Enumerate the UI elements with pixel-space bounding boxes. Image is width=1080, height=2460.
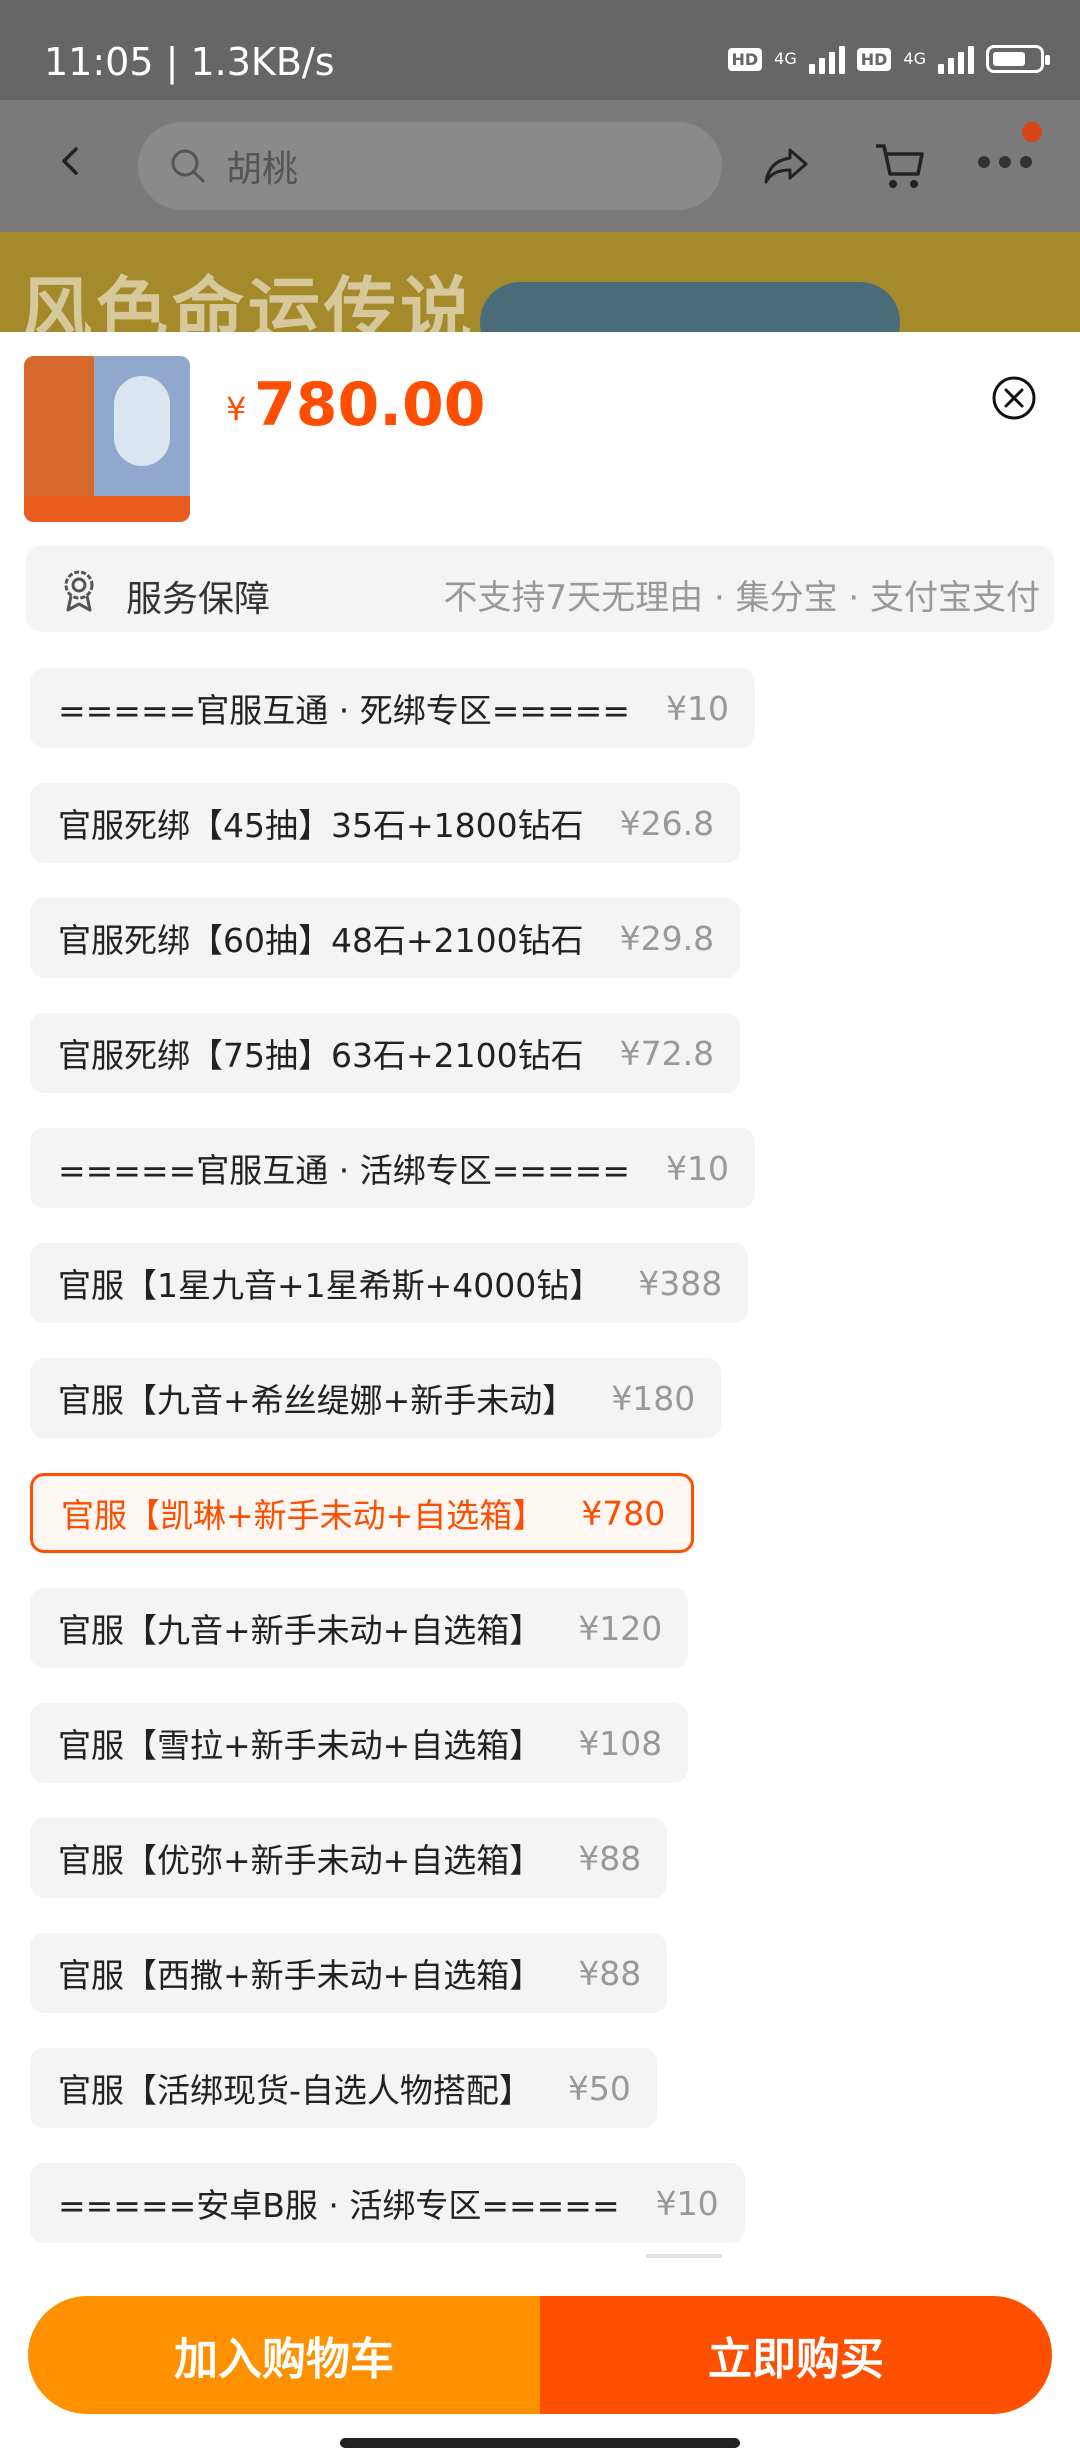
sku-option-label: 官服【优弥+新手未动+自选箱】 — [58, 1841, 543, 1880]
sku-option-label: 官服【活绑现货-自选人物搭配】 — [58, 2071, 532, 2110]
nav-bar: 胡桃 — [0, 100, 1080, 232]
sku-option[interactable]: 官服【西撒+新手未动+自选箱】 ¥88 — [30, 1933, 668, 2013]
sku-option[interactable]: 官服【1星九音+1星希斯+4000钻】 ¥388 — [30, 1243, 749, 1323]
search-icon — [171, 149, 205, 183]
sku-option[interactable]: 官服死绑【75抽】63石+2100钻石 ¥72.8 — [30, 1013, 741, 1093]
sku-option-price: ¥120 — [578, 1608, 663, 1648]
sku-option-price: ¥10 — [655, 2183, 719, 2223]
scroll-indicator[interactable] — [646, 2254, 722, 2258]
sku-option[interactable]: 官服【九音+希丝缇娜+新手未动】 ¥180 — [30, 1358, 722, 1438]
service-title: 服务保障 — [126, 579, 271, 620]
sku-option-label: 官服死绑【60抽】48石+2100钻石 — [58, 921, 584, 960]
network-label: 4G — [774, 49, 797, 68]
sku-option-label: 官服【凯琳+新手未动+自选箱】 — [61, 1496, 546, 1535]
service-description: 不支持7天无理由 · 集分宝 · 支付宝支付 — [443, 578, 1040, 618]
buy-now-button[interactable]: 立即购买 — [540, 2296, 1052, 2414]
sku-selector-sheet: ¥ 780.00 服务保障 不支持7天无理由 · 集分宝 · 支付宝支付 ===… — [0, 332, 1080, 2460]
close-icon[interactable] — [990, 374, 1038, 422]
sku-option-price: ¥388 — [638, 1263, 723, 1303]
sku-option-label: =====官服互通 · 活绑专区===== — [58, 1151, 630, 1190]
home-indicator[interactable] — [340, 2438, 740, 2448]
product-thumbnail[interactable] — [24, 356, 190, 522]
status-bar: 11:05 | 1.3KB/s HD 4G HD 4G — [0, 0, 1080, 100]
sku-option-selected[interactable]: 官服【凯琳+新手未动+自选箱】 ¥780 — [30, 1473, 695, 1553]
sku-option-label: 官服死绑【75抽】63石+2100钻石 — [58, 1036, 584, 1075]
sku-option-label: 官服【九音+新手未动+自选箱】 — [58, 1611, 543, 1650]
sku-option-label: 官服死绑【45抽】35石+1800钻石 — [58, 806, 584, 845]
sku-option-label: 官服【1星九音+1星希斯+4000钻】 — [58, 1266, 603, 1305]
banner-graphic — [480, 282, 900, 332]
back-arrow-icon[interactable] — [56, 146, 86, 176]
sku-option-label: =====官服互通 · 死绑专区===== — [58, 691, 630, 730]
sku-option-label: 官服【雪拉+新手未动+自选箱】 — [58, 1726, 543, 1765]
sku-option-price: ¥26.8 — [619, 803, 715, 843]
sku-option-price: ¥72.8 — [619, 1033, 715, 1073]
action-bar: 加入购物车 立即购买 — [28, 2296, 1052, 2414]
sku-option[interactable]: 官服【活绑现货-自选人物搭配】 ¥50 — [30, 2048, 657, 2128]
sku-option[interactable]: 官服死绑【45抽】35石+1800钻石 ¥26.8 — [30, 783, 741, 863]
cart-icon[interactable] — [872, 140, 928, 192]
search-bar[interactable]: 胡桃 — [138, 122, 722, 210]
sku-option[interactable]: =====官服互通 · 活绑专区===== ¥10 — [30, 1128, 755, 1208]
sku-option-label: 官服【九音+希丝缇娜+新手未动】 — [58, 1381, 576, 1420]
search-input[interactable]: 胡桃 — [226, 140, 298, 192]
hd-badge: HD — [727, 47, 763, 71]
share-icon[interactable] — [760, 140, 812, 192]
sku-option[interactable]: 官服【优弥+新手未动+自选箱】 ¥88 — [30, 1818, 668, 1898]
banner-text: 风色命运传说 — [20, 269, 477, 332]
sku-option-price: ¥88 — [578, 1953, 642, 1993]
sku-option[interactable]: 官服【九音+新手未动+自选箱】 ¥120 — [30, 1588, 689, 1668]
sku-option-label: =====安卓B服 · 活绑专区===== — [58, 2186, 620, 2225]
sku-option[interactable]: 官服死绑【60抽】48石+2100钻石 ¥29.8 — [30, 898, 741, 978]
add-to-cart-button[interactable]: 加入购物车 — [28, 2296, 540, 2414]
status-time: 11:05 | 1.3KB/s — [44, 40, 335, 84]
sku-option-price: ¥108 — [578, 1723, 663, 1763]
sku-option[interactable]: =====官服互通 · 死绑专区===== ¥10 — [30, 668, 755, 748]
sku-option-price: ¥10 — [665, 688, 729, 728]
hd-badge-2: HD — [856, 47, 892, 71]
sku-option-price: ¥780 — [581, 1493, 666, 1533]
sku-option-label: 官服【西撒+新手未动+自选箱】 — [58, 1956, 543, 1995]
product-banner: 风色命运传说 — [0, 232, 1080, 332]
sku-option[interactable]: =====安卓B服 · 活绑专区===== ¥10 — [30, 2163, 745, 2243]
status-icons: HD 4G HD 4G — [727, 44, 1050, 74]
signal-icon — [808, 44, 845, 74]
network-label-2: 4G — [903, 49, 926, 68]
sku-option-price: ¥88 — [578, 1838, 642, 1878]
sku-option-price: ¥29.8 — [619, 918, 715, 958]
battery-icon — [986, 45, 1050, 73]
price-currency: ¥ — [226, 390, 247, 428]
price-value: 780.00 — [254, 370, 486, 440]
service-guarantee[interactable]: 服务保障 不支持7天无理由 · 集分宝 · 支付宝支付 — [26, 546, 1054, 632]
more-icon[interactable] — [978, 156, 1032, 168]
sku-option[interactable]: 官服【雪拉+新手未动+自选箱】 ¥108 — [30, 1703, 689, 1783]
sku-option-price: ¥10 — [665, 1148, 729, 1188]
notification-dot — [1022, 122, 1042, 142]
signal-icon-2 — [938, 44, 974, 74]
sku-option-price: ¥50 — [567, 2068, 631, 2108]
medal-icon — [64, 570, 94, 612]
sku-option-price: ¥180 — [611, 1378, 696, 1418]
